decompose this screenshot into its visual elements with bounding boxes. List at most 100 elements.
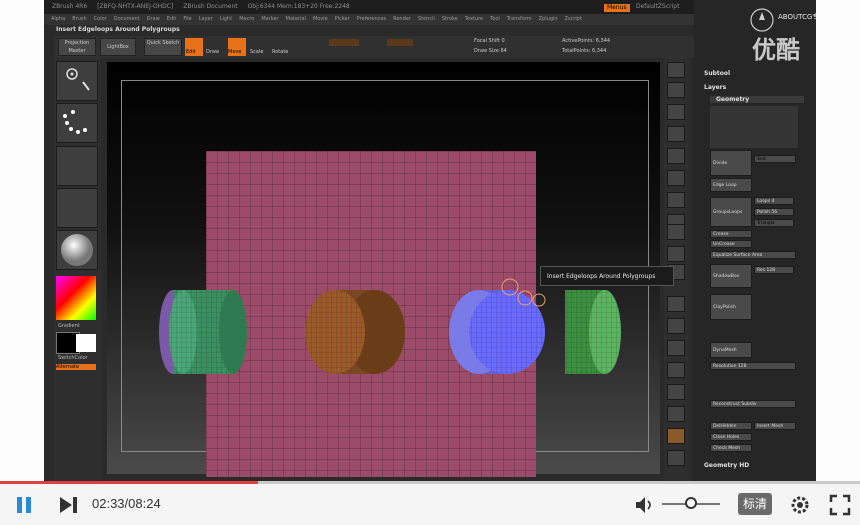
menu-light[interactable]: Light <box>220 16 232 22</box>
menu-zscript[interactable]: Zscript <box>565 16 582 22</box>
stroke-slot[interactable] <box>56 103 98 143</box>
del-hidden-button[interactable]: DelHidden <box>710 422 752 430</box>
polish-slider[interactable]: Polish 56 <box>754 208 794 216</box>
reconstruct-subdiv-button[interactable]: Reconstruct Subdiv <box>710 400 796 408</box>
rotate-view-button[interactable] <box>667 362 685 378</box>
menu-preferences[interactable]: Preferences <box>357 16 386 22</box>
fullscreen-icon[interactable] <box>829 494 851 516</box>
persp-button[interactable] <box>667 192 685 208</box>
move-tool-button[interactable]: Move <box>228 38 246 56</box>
menu-movie[interactable]: Movie <box>313 16 328 22</box>
dynamic-button[interactable] <box>667 428 685 444</box>
close-holes-button[interactable]: Close Holes <box>710 433 752 441</box>
divide-button[interactable]: Divide <box>710 150 752 176</box>
equalize-surface-area-button[interactable]: Equalize Surface Area <box>710 251 796 259</box>
color-picker[interactable] <box>56 276 96 320</box>
quality-button[interactable]: 标清 <box>738 493 772 515</box>
secondary-color-swatch[interactable] <box>76 334 96 352</box>
polyf-button[interactable] <box>667 384 685 400</box>
geometry-disabled-buttons <box>710 106 798 148</box>
switch-color-label[interactable]: SwitchColor <box>58 355 88 361</box>
menu-document[interactable]: Document <box>114 16 140 22</box>
menu-marker[interactable]: Marker <box>261 16 278 22</box>
menus-button[interactable]: Menus <box>604 4 630 12</box>
dynamesh-button[interactable]: DynaMesh <box>710 342 752 358</box>
watermark-site: ABOUTCG专业教学 <box>778 13 816 21</box>
uncrease-button[interactable]: UnCrease <box>710 240 752 248</box>
aahalf-button[interactable] <box>667 170 685 186</box>
volume-icon[interactable] <box>634 495 658 515</box>
check-mesh-button[interactable]: Check Mesh <box>710 444 752 452</box>
menu-file[interactable]: File <box>183 16 191 22</box>
menu-material[interactable]: Material <box>286 16 306 22</box>
menu-brush[interactable]: Brush <box>72 16 86 22</box>
menu-draw[interactable]: Draw <box>147 16 160 22</box>
alpha-slot[interactable] <box>56 146 98 186</box>
draw-tool-button[interactable]: Draw <box>205 38 223 56</box>
mrgb-toggle[interactable] <box>329 39 359 46</box>
menu-stroke[interactable]: Stroke <box>442 16 458 22</box>
loops-slider[interactable]: Loops 4 <box>754 197 794 205</box>
shadowbox-button[interactable]: ShadowBox <box>710 264 752 288</box>
material-slot[interactable] <box>56 230 98 270</box>
scroll-button[interactable] <box>667 104 685 120</box>
groups-loops-button[interactable]: GroupsLoops <box>710 197 752 227</box>
smt-toggle[interactable]: Smt <box>754 155 796 163</box>
action-hint: Insert Edgeloops Around Polygroups <box>56 26 180 33</box>
menu-transform[interactable]: Transform <box>507 16 532 22</box>
quick-sketch-button[interactable]: Quick Sketch <box>144 38 182 56</box>
volume-knob[interactable] <box>685 497 697 509</box>
menu-alpha[interactable]: Alpha <box>51 16 65 22</box>
menu-macro[interactable]: Macro <box>239 16 254 22</box>
menu-zplugin[interactable]: Zplugin <box>539 16 558 22</box>
pause-icon[interactable] <box>15 495 35 515</box>
menu-stencil[interactable]: Stencil <box>418 16 435 22</box>
menu-picker[interactable]: Picker <box>335 16 350 22</box>
lsym-button[interactable] <box>667 246 685 262</box>
lightbox-button[interactable]: LightBox <box>100 38 136 56</box>
actual-button[interactable] <box>667 148 685 164</box>
rotate-label: Rotate <box>272 49 289 55</box>
brush-slot[interactable] <box>56 61 98 101</box>
spix-button[interactable] <box>667 82 685 98</box>
subtool-header[interactable]: Subtool <box>704 70 816 77</box>
zscript-label[interactable]: DefaultZScript <box>636 0 679 14</box>
menu-color[interactable]: Color <box>94 16 107 22</box>
menu-layer[interactable]: Layer <box>199 16 213 22</box>
zadd-toggle[interactable] <box>387 39 413 46</box>
projection-master-button[interactable]: Projection Master <box>58 38 96 56</box>
triangle-toggle[interactable]: Triangle <box>754 219 794 227</box>
scale-view-button[interactable] <box>667 340 685 356</box>
gradient-label[interactable]: Gradient <box>58 323 80 329</box>
clay-polish-button[interactable]: ClayPolish <box>710 294 752 320</box>
edge-loop-button[interactable]: Edge Loop <box>710 178 752 192</box>
res-slider[interactable]: Res 128 <box>754 266 794 274</box>
menu-texture[interactable]: Texture <box>465 16 483 22</box>
transp-button[interactable] <box>667 406 685 422</box>
edit-tool-button[interactable]: Edit <box>185 38 203 56</box>
next-icon[interactable] <box>58 495 80 515</box>
draw-size-slider[interactable]: Draw Size 64 <box>474 48 507 54</box>
focal-shift-slider[interactable]: Focal Shift 0 <box>474 38 505 44</box>
insert-mesh-button[interactable]: Insert Mesh <box>754 422 796 430</box>
menu-render[interactable]: Render <box>393 16 411 22</box>
bpr-button[interactable] <box>667 62 685 78</box>
menu-tool[interactable]: Tool <box>490 16 500 22</box>
rotate-tool-button[interactable]: Rotate <box>272 38 290 56</box>
geometry-hd-header[interactable]: Geometry HD <box>704 462 816 469</box>
scale-tool-button[interactable]: Scale <box>250 38 268 56</box>
progress-bar[interactable] <box>0 481 860 484</box>
alternate-button[interactable]: Alternate <box>56 364 96 370</box>
local-button[interactable] <box>667 224 685 240</box>
menu-edit[interactable]: Edit <box>167 16 177 22</box>
move-view-button[interactable] <box>667 318 685 334</box>
crease-button[interactable]: Crease <box>710 230 752 238</box>
zoom-button[interactable] <box>667 126 685 142</box>
resolution-slider[interactable]: Resolution 128 <box>710 362 796 370</box>
geometry-header[interactable]: Geometry <box>710 96 804 103</box>
texture-slot[interactable] <box>56 188 98 228</box>
settings-gear-icon[interactable] <box>789 494 811 516</box>
layers-header[interactable]: Layers <box>704 84 816 91</box>
frame-button[interactable] <box>667 296 685 312</box>
solo-button[interactable] <box>667 450 685 466</box>
